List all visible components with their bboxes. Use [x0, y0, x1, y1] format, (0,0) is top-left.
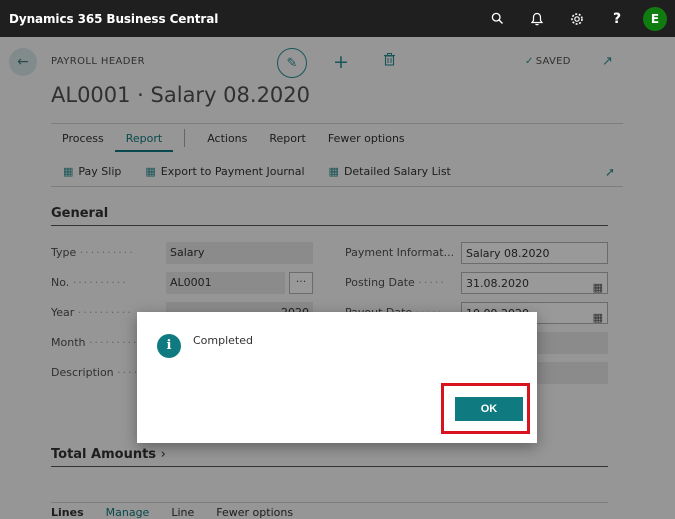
ok-button[interactable]: OK [455, 397, 523, 421]
top-bar-actions: ? E [477, 0, 675, 37]
app-title[interactable]: Dynamics 365 Business Central [9, 12, 218, 26]
completed-dialog: i Completed OK [137, 312, 537, 443]
bell-icon[interactable] [517, 0, 557, 37]
dialog-message: Completed [193, 334, 253, 347]
avatar[interactable]: E [643, 6, 667, 31]
modal-overlay [0, 37, 675, 519]
top-bar: Dynamics 365 Business Central ? E [0, 0, 675, 37]
info-icon: i [157, 334, 181, 358]
help-icon[interactable]: ? [597, 0, 637, 37]
gear-icon[interactable] [557, 0, 597, 37]
search-icon[interactable] [477, 0, 517, 37]
